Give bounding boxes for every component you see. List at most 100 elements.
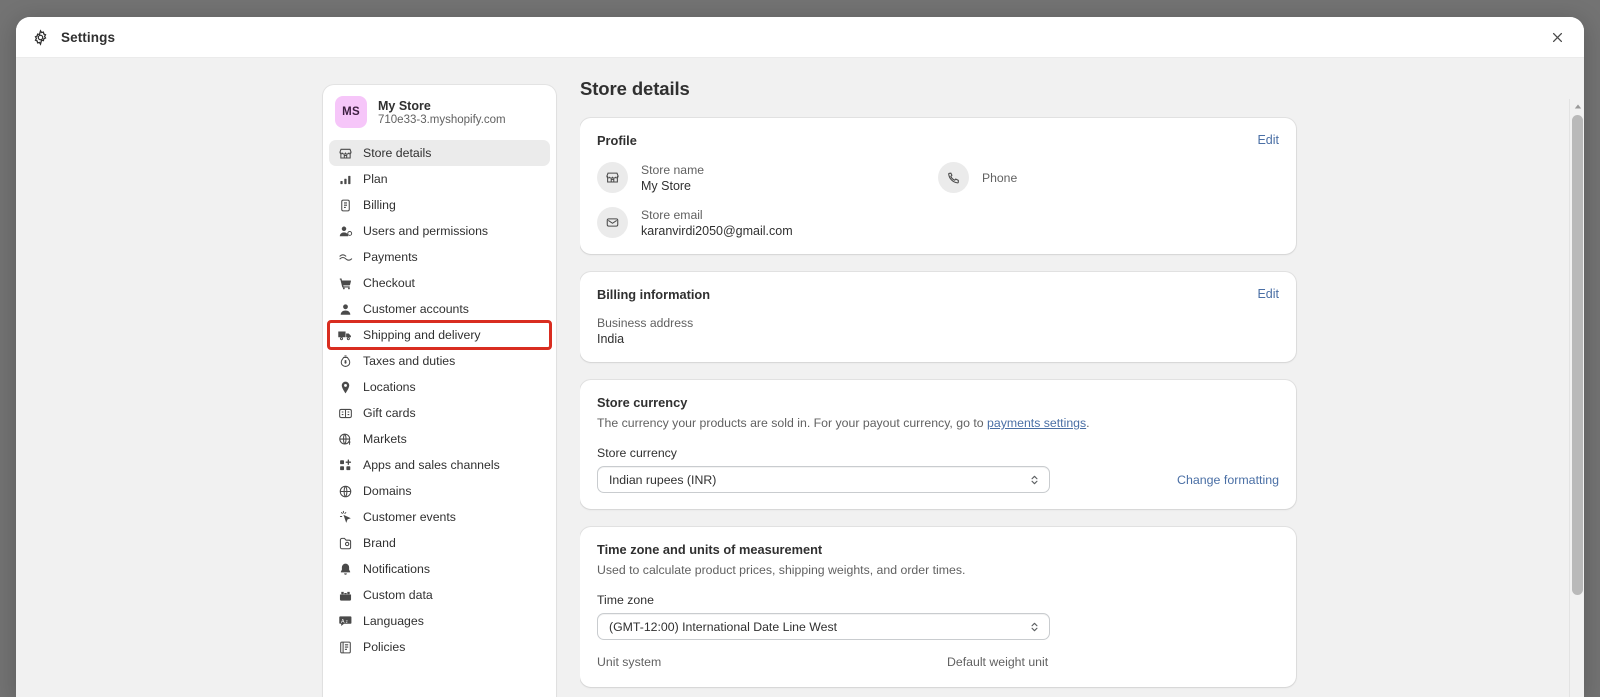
store-meta: My Store 710e33-3.myshopify.com [378, 99, 506, 126]
sidebar-item-customer-events[interactable]: Customer events [329, 504, 550, 530]
sidebar-item-apps-and-sales-channels[interactable]: Apps and sales channels [329, 452, 550, 478]
sidebar-item-locations[interactable]: Locations [329, 374, 550, 400]
sidebar-item-gift-cards[interactable]: Gift cards [329, 400, 550, 426]
store-header[interactable]: MS My Store 710e33-3.myshopify.com [323, 85, 556, 140]
database-icon [337, 587, 353, 603]
sidebar-item-payments[interactable]: Payments [329, 244, 550, 270]
person-add-icon [337, 223, 353, 239]
settings-sidebar: MS My Store 710e33-3.myshopify.com Store… [323, 85, 556, 697]
gear-icon [32, 28, 49, 46]
store-name-value: My Store [641, 178, 692, 193]
change-formatting-link[interactable]: Change formatting [1177, 473, 1279, 487]
map-pin-icon [337, 379, 353, 395]
store-name-text: Store name My Store [641, 163, 704, 193]
store-name-field: Store name My Store [597, 162, 938, 193]
phone-icon [938, 162, 969, 193]
sidebar-item-label: Apps and sales channels [363, 458, 500, 472]
phone-field: Phone [938, 162, 1279, 193]
store-currency-select[interactable]: Indian rupees (INR) [597, 466, 1050, 493]
sidebar-item-label: Payments [363, 250, 418, 264]
sidebar-item-label: Gift cards [363, 406, 416, 420]
sidebar-item-markets[interactable]: Markets [329, 426, 550, 452]
phone-text: Phone [982, 171, 1017, 185]
sidebar-item-label: Custom data [363, 588, 433, 602]
store-name: My Store [378, 98, 431, 113]
avatar: MS [335, 96, 367, 128]
sidebar-item-billing[interactable]: Billing [329, 192, 550, 218]
gift-card-icon [337, 405, 353, 421]
currency-description-after: . [1086, 416, 1090, 430]
sidebar-item-label: Checkout [363, 276, 415, 290]
sidebar-item-policies[interactable]: Policies [329, 634, 550, 660]
delivery-truck-icon [337, 327, 353, 343]
sidebar-item-shipping-and-delivery[interactable]: Shipping and delivery [327, 320, 552, 350]
payments-settings-link[interactable]: payments settings [987, 416, 1086, 430]
sidebar-item-taxes-and-duties[interactable]: Taxes and duties [329, 348, 550, 374]
credit-card-icon [337, 249, 353, 265]
sidebar-item-notifications[interactable]: Notifications [329, 556, 550, 582]
business-address-label: Business address [597, 316, 694, 330]
sidebar-item-languages[interactable]: Az Languages [329, 608, 550, 634]
sidebar-item-label: Users and permissions [363, 224, 489, 238]
profile-edit-link[interactable]: Edit [1257, 133, 1279, 147]
image-icon [337, 535, 353, 551]
modal-header: Settings [16, 17, 1584, 58]
units-grid: Unit system Default weight unit [597, 655, 1279, 671]
timezone-select-value: (GMT-12:00) International Date Line West [609, 619, 838, 634]
chevron-up-down-icon [1029, 473, 1040, 487]
sidebar-item-domains[interactable]: Domains [329, 478, 550, 504]
sidebar-item-label: Notifications [363, 562, 430, 576]
sidebar-item-label: Languages [363, 614, 424, 628]
sidebar-item-plan[interactable]: Plan [329, 166, 550, 192]
apps-grid-icon [337, 457, 353, 473]
email-icon [597, 207, 628, 238]
shopping-cart-icon [337, 275, 353, 291]
profile-card: Profile Edit Store name My Store Phone S… [580, 118, 1296, 254]
store-currency-select-value: Indian rupees (INR) [609, 472, 717, 487]
sidebar-item-label: Policies [363, 640, 406, 654]
receipt-icon [337, 197, 353, 213]
sidebar-item-checkout[interactable]: Checkout [329, 270, 550, 296]
store-currency-row: Indian rupees (INR) Change formatting [597, 466, 1279, 493]
bar-chart-icon [337, 171, 353, 187]
store-name-label: Store name [641, 162, 705, 177]
sidebar-item-brand[interactable]: Brand [329, 530, 550, 556]
store-currency-select-label: Store currency [597, 446, 677, 460]
tax-money-bag-icon [337, 353, 353, 369]
billing-information-card: Billing information Edit Business addres… [580, 272, 1296, 362]
sidebar-item-users-and-permissions[interactable]: Users and permissions [329, 218, 550, 244]
close-icon[interactable] [1544, 24, 1570, 50]
scrollbar-thumb[interactable] [1572, 115, 1583, 595]
business-address-value: India [597, 332, 625, 346]
sidebar-item-label: Customer events [363, 510, 456, 524]
phone-label: Phone [982, 170, 1018, 185]
modal-body: MS My Store 710e33-3.myshopify.com Store… [16, 58, 1584, 697]
cursor-click-icon [337, 509, 353, 525]
sidebar-column: MS My Store 710e33-3.myshopify.com Store… [16, 58, 556, 697]
vertical-scrollbar[interactable] [1569, 99, 1584, 697]
store-email-value: karanvirdi2050@gmail.com [641, 223, 793, 238]
billing-card-title: Billing information [597, 287, 711, 302]
currency-card-title: Store currency [597, 395, 688, 410]
billing-edit-link[interactable]: Edit [1257, 287, 1279, 301]
timezone-description: Used to calculate product prices, shippi… [597, 563, 966, 577]
sidebar-item-custom-data[interactable]: Custom data [329, 582, 550, 608]
sidebar-item-store-details[interactable]: Store details [329, 140, 550, 166]
sidebar-item-label: Brand [363, 536, 396, 550]
currency-description-before: The currency your products are sold in. … [597, 416, 988, 430]
default-weight-unit-label: Default weight unit [947, 655, 1049, 669]
globe-currency-icon [337, 431, 353, 447]
sidebar-item-label: Plan [363, 172, 388, 186]
main-content: Store details Profile Edit Store name My… [580, 58, 1584, 697]
settings-modal: Settings MS My Store 710e33-3.myshopify.… [16, 17, 1584, 697]
modal-header-left: Settings [32, 28, 115, 46]
policy-doc-icon [337, 639, 353, 655]
timezone-select[interactable]: (GMT-12:00) International Date Line West [597, 613, 1050, 640]
bell-icon [337, 561, 353, 577]
sidebar-item-customer-accounts[interactable]: Customer accounts [329, 296, 550, 322]
sidebar-item-label: Locations [363, 380, 416, 394]
sidebar-nav: Store details Plan Billing Users and permis… [323, 140, 556, 660]
scroll-up-arrow-icon[interactable] [1570, 99, 1584, 113]
storefront-icon [337, 145, 353, 161]
store-email-text: Store email karanvirdi2050@gmail.com [641, 208, 793, 238]
